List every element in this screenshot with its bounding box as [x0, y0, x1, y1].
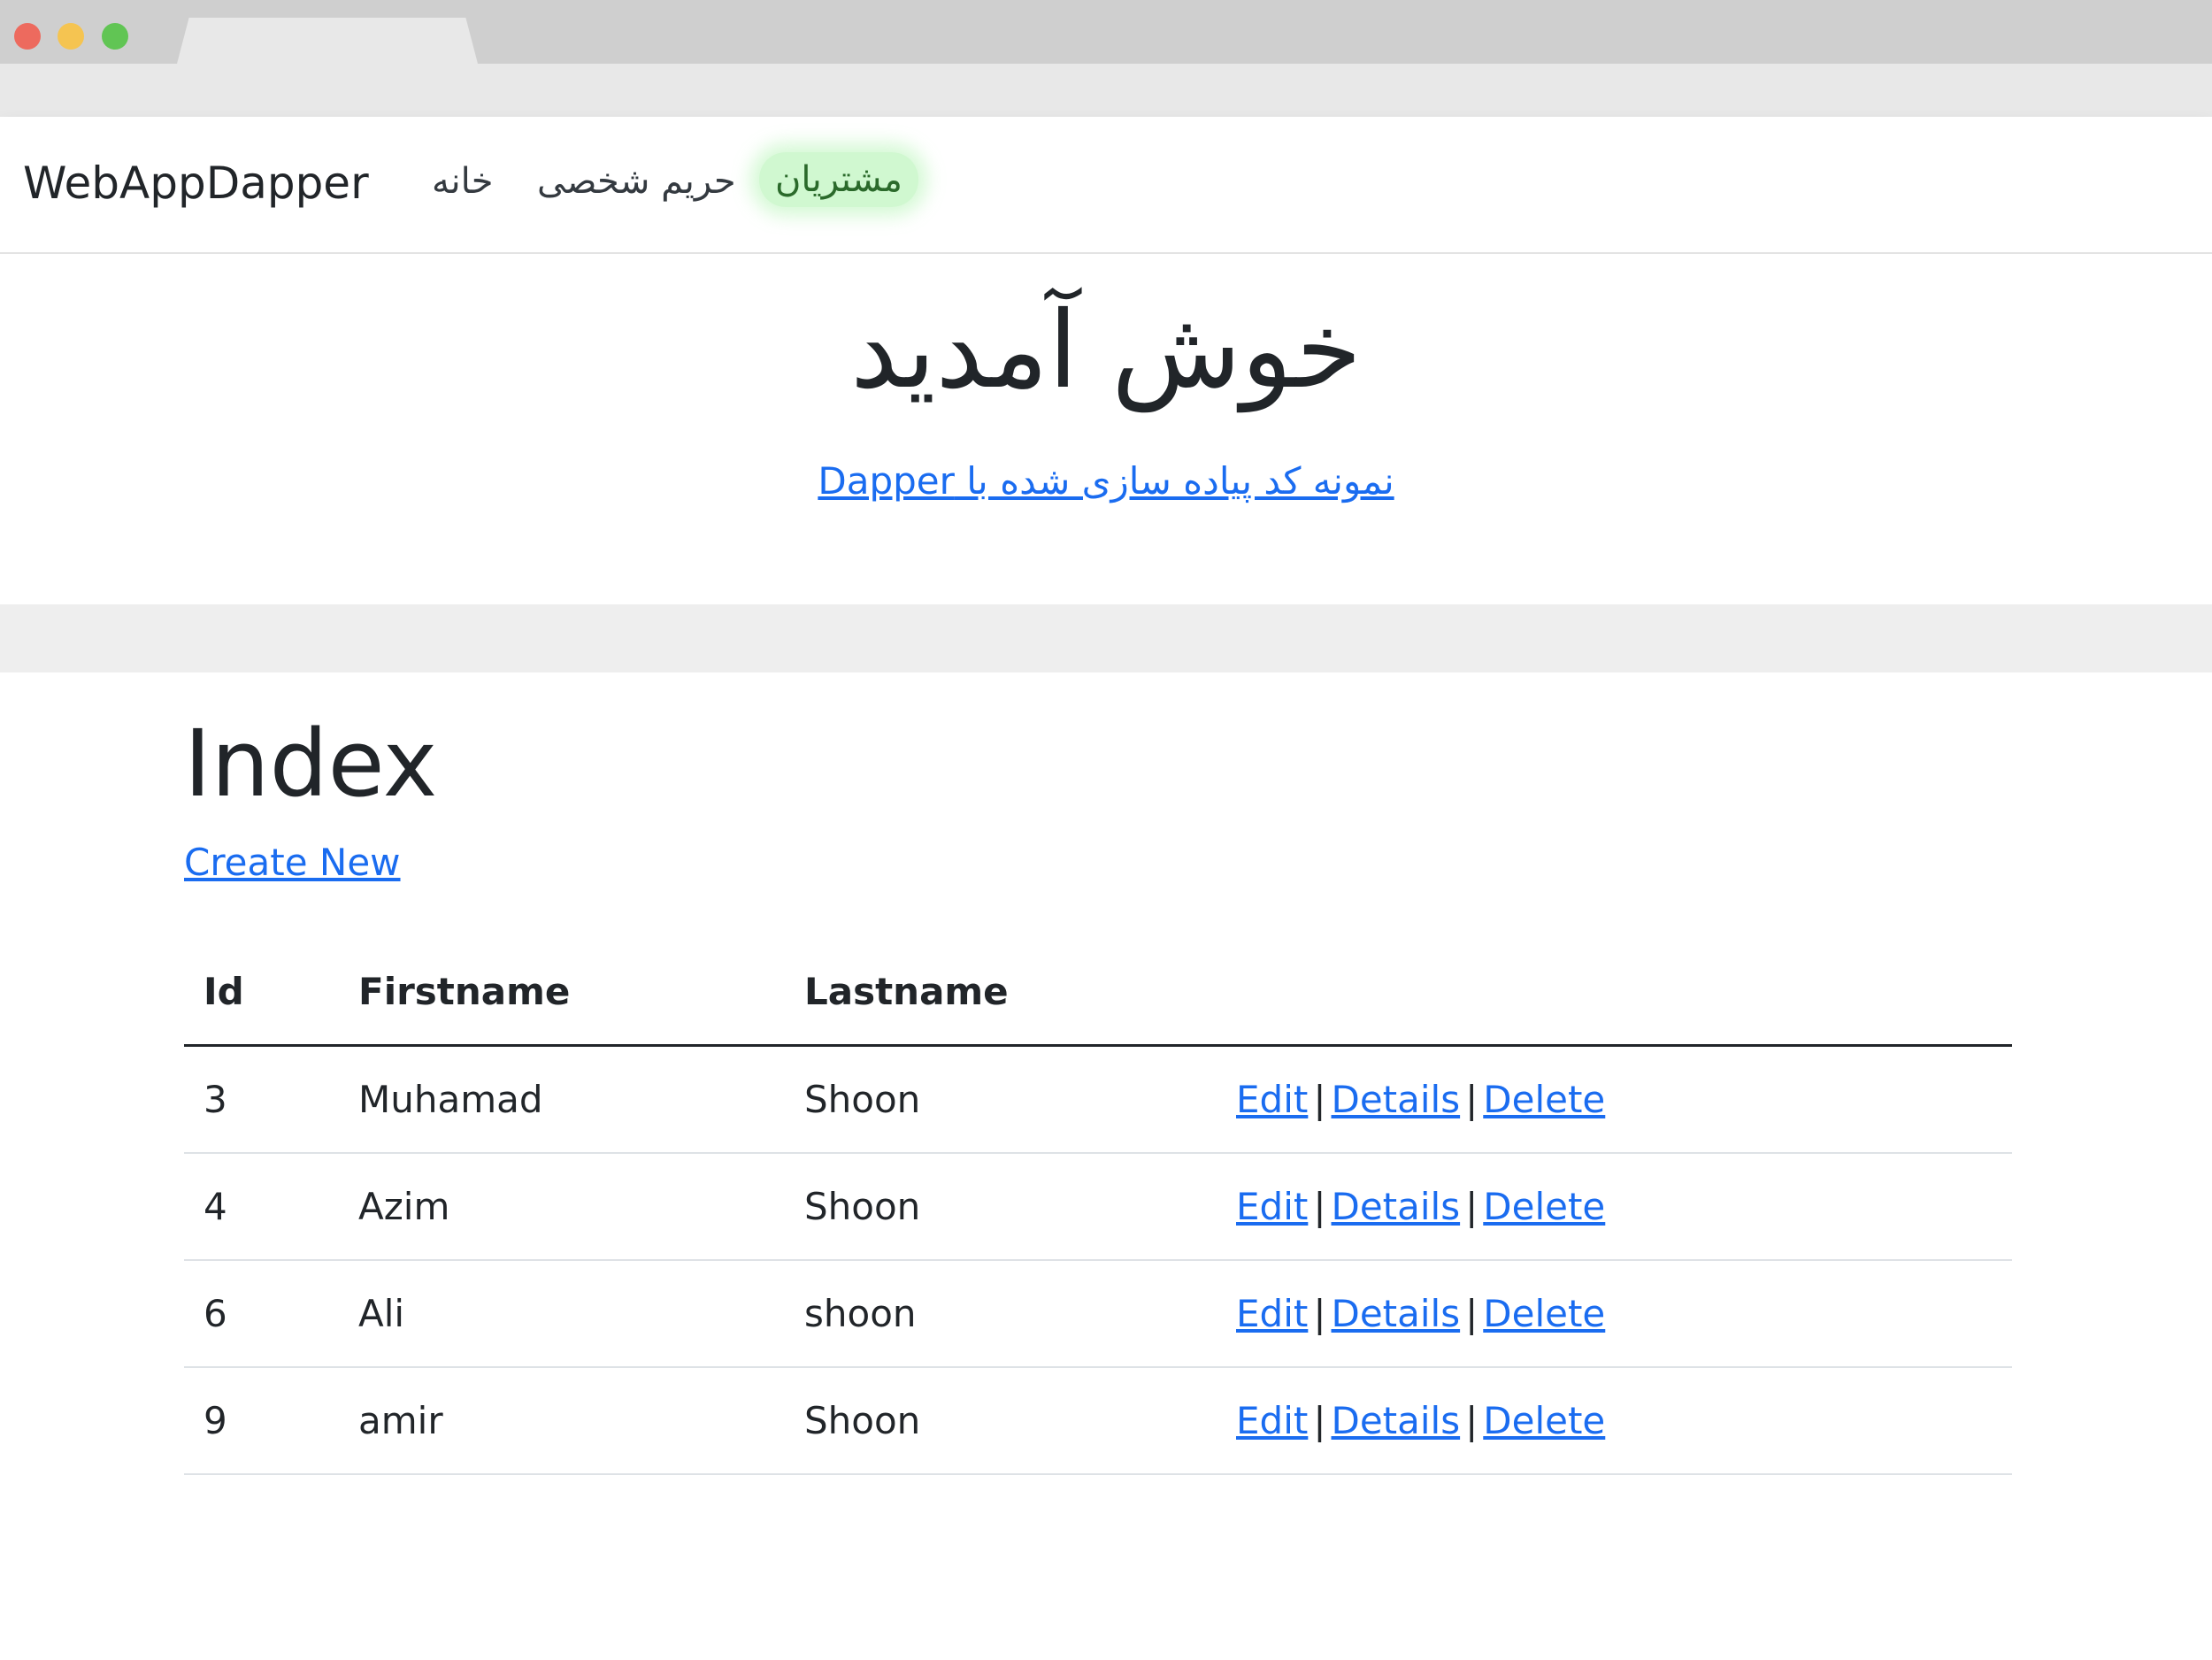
page-title: Index	[184, 710, 438, 818]
separator: |	[1465, 1185, 1479, 1228]
table-row: 4 Azim Shoon Edit | Details | Delete	[184, 1153, 2012, 1261]
delete-link[interactable]: Delete	[1483, 1078, 1605, 1121]
navbar: WebAppDapper خانه حریم شخصی مشتریان	[0, 117, 2212, 254]
brand-link[interactable]: WebAppDapper	[23, 158, 369, 209]
browser-tab[interactable]	[177, 18, 478, 64]
delete-link[interactable]: Delete	[1483, 1399, 1605, 1442]
cell-lastname: shoon	[785, 1260, 1217, 1368]
cell-actions: Edit | Details | Delete	[1217, 1260, 2012, 1368]
separator: |	[1313, 1078, 1326, 1121]
cell-id: 9	[184, 1367, 339, 1475]
header-id: Id	[184, 938, 339, 1047]
maximize-window-icon[interactable]	[102, 23, 128, 50]
browser-titlebar	[0, 0, 2212, 64]
cell-lastname: Shoon	[785, 1045, 1217, 1154]
cell-actions: Edit | Details | Delete	[1217, 1045, 2012, 1154]
edit-link[interactable]: Edit	[1236, 1185, 1308, 1228]
cell-firstname: amir	[339, 1367, 785, 1475]
close-window-icon[interactable]	[14, 23, 41, 50]
cell-actions: Edit | Details | Delete	[1217, 1153, 2012, 1261]
separator: |	[1313, 1185, 1326, 1228]
table-row: 6 Ali shoon Edit | Details | Delete	[184, 1260, 2012, 1368]
delete-link[interactable]: Delete	[1483, 1185, 1605, 1228]
separator: |	[1465, 1078, 1479, 1121]
table-row: 9 amir Shoon Edit | Details | Delete	[184, 1367, 2012, 1475]
nav-item-privacy[interactable]: حریم شخصی	[537, 161, 736, 202]
table-row: 3 Muhamad Shoon Edit | Details | Delete	[184, 1045, 2012, 1154]
edit-link[interactable]: Edit	[1236, 1399, 1308, 1442]
details-link[interactable]: Details	[1332, 1399, 1461, 1442]
details-link[interactable]: Details	[1332, 1078, 1461, 1121]
cell-firstname: Ali	[339, 1260, 785, 1368]
header-lastname: Lastname	[785, 938, 1217, 1047]
cell-id: 3	[184, 1045, 339, 1154]
separator: |	[1465, 1399, 1479, 1442]
cell-firstname: Muhamad	[339, 1045, 785, 1154]
edit-link[interactable]: Edit	[1236, 1292, 1308, 1335]
minimize-window-icon[interactable]	[58, 23, 84, 50]
cell-lastname: Shoon	[785, 1153, 1217, 1261]
hero-link[interactable]: نمونه کد پیاده سازی شده با Dapper	[0, 459, 2212, 503]
separator: |	[1465, 1292, 1479, 1335]
nav-item-home[interactable]: خانه	[432, 161, 494, 202]
cell-id: 6	[184, 1260, 339, 1368]
table-header-row: Id Firstname Lastname	[184, 938, 2012, 1047]
create-new-link[interactable]: Create New	[184, 841, 401, 884]
customers-table: Id Firstname Lastname 3 Muhamad Shoon Ed…	[184, 938, 2012, 1475]
hero-title: خوش آمدید	[850, 289, 1362, 412]
details-link[interactable]: Details	[1332, 1185, 1461, 1228]
nav-item-customers[interactable]: مشتریان	[759, 152, 918, 207]
browser-chrome	[0, 0, 2212, 117]
hero-section: خوش آمدید نمونه کد پیاده سازی شده با Dap…	[0, 254, 2212, 604]
delete-link[interactable]: Delete	[1483, 1292, 1605, 1335]
header-actions	[1217, 938, 2012, 1047]
divider-band	[0, 604, 2212, 672]
cell-firstname: Azim	[339, 1153, 785, 1261]
cell-id: 4	[184, 1153, 339, 1261]
separator: |	[1313, 1399, 1326, 1442]
details-link[interactable]: Details	[1332, 1292, 1461, 1335]
edit-link[interactable]: Edit	[1236, 1078, 1308, 1121]
header-firstname: Firstname	[339, 938, 785, 1047]
separator: |	[1313, 1292, 1326, 1335]
cell-lastname: Shoon	[785, 1367, 1217, 1475]
cell-actions: Edit | Details | Delete	[1217, 1367, 2012, 1475]
